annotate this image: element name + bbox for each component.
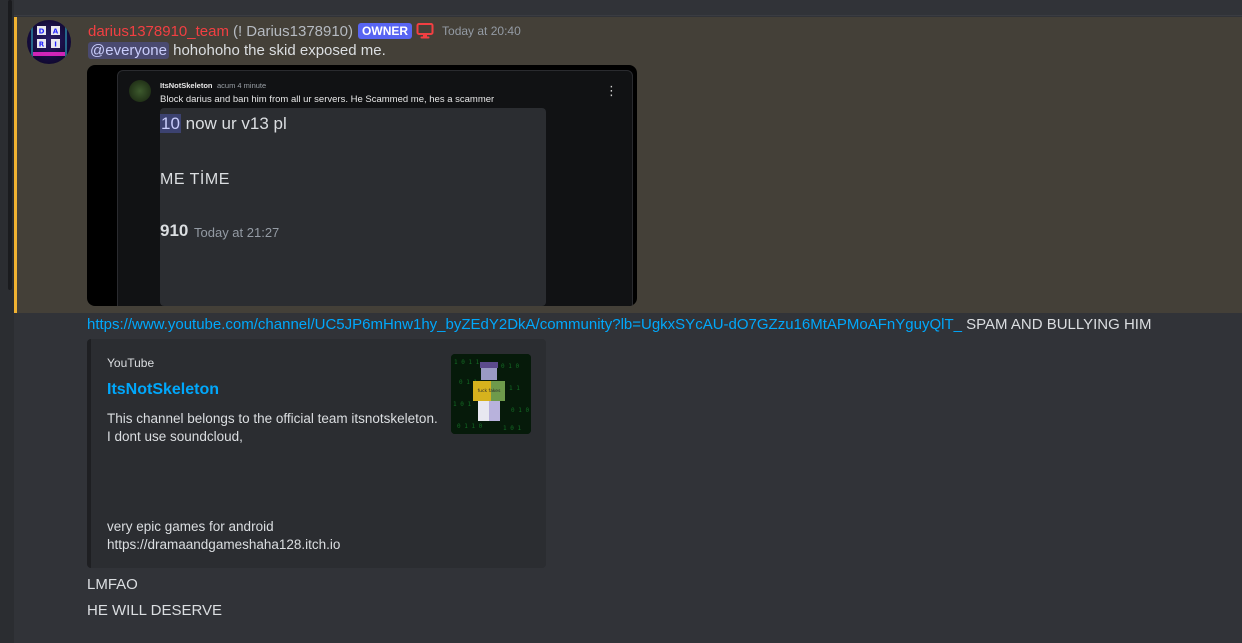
owner-role-badge[interactable]: OWNER — [358, 23, 413, 39]
avatar-letter-a: A — [53, 28, 59, 36]
screenshot-line-1-rest: now ur v13 pl — [180, 114, 287, 133]
monitor-icon[interactable] — [416, 22, 434, 40]
followup-message-2: HE WILL DESERVE — [87, 602, 223, 619]
image-attachment[interactable]: ItsNotSkeleton acum 4 minute Block dariu… — [87, 65, 637, 306]
svg-text:0 1 0: 0 1 0 — [511, 407, 529, 414]
svg-text:0 1 1 0: 0 1 1 0 — [457, 423, 483, 430]
embed-provider[interactable]: YouTube — [107, 356, 154, 370]
more-options-icon: ⋮ — [605, 83, 618, 98]
screenshot-username: ItsNotSkeleton — [160, 81, 213, 90]
everyone-mention[interactable]: @everyone — [88, 42, 169, 59]
avatar-letter-i: I — [54, 41, 57, 49]
avatar-letter-d: D — [39, 28, 45, 36]
screenshot-line-1: 10 now ur v13 pl — [160, 114, 287, 134]
link-message-suffix: SPAM AND BULLYING HIM — [961, 316, 1152, 333]
username[interactable]: darius1378910_team — [88, 23, 229, 40]
embed-description: This channel belongs to the official tea… — [107, 411, 438, 444]
embed-title[interactable]: ItsNotSkeleton — [107, 381, 219, 399]
message-header: darius1378910_team (! Darius1378910) OWN… — [88, 20, 521, 42]
screenshot-line-3-time: Today at 21:27 — [194, 225, 280, 240]
screenshot-line-3: 910 — [160, 221, 189, 240]
user-tag: (! Darius1378910) — [232, 22, 354, 40]
screenshot-avatar — [129, 80, 151, 102]
screenshot-highlight: 10 — [160, 114, 181, 133]
link-message: https://www.youtube.com/channel/UC5JP6mH… — [87, 316, 1151, 333]
svg-text:1 1: 1 1 — [509, 385, 520, 392]
svg-text:1 0 1 1: 1 0 1 1 — [454, 359, 480, 366]
thumbnail-shirt-text: fuck fakes — [478, 388, 502, 394]
link-embed: YouTube ItsNotSkeleton This channel belo… — [87, 339, 546, 568]
svg-text:0 1 0: 0 1 0 — [501, 363, 519, 370]
message-timestamp[interactable]: Today at 20:40 — [442, 24, 521, 38]
svg-text:1 0 1: 1 0 1 — [503, 425, 521, 432]
svg-text:1 0 1: 1 0 1 — [453, 401, 471, 408]
screenshot-comment: Block darius and ban him from all ur ser… — [160, 94, 495, 105]
channel-scroll-edge — [0, 0, 14, 643]
avatar[interactable]: D A R I — [27, 20, 71, 64]
avatar-letter-r: R — [39, 41, 45, 49]
message-text: hohohoho the skid exposed me. — [173, 42, 386, 59]
top-divider — [14, 0, 1242, 16]
embed-description-links: very epic games for android https://dram… — [107, 519, 341, 552]
screenshot-inner-image — [160, 108, 546, 306]
youtube-link[interactable]: https://www.youtube.com/channel/UC5JP6mH… — [87, 316, 962, 333]
scrollbar-thumb[interactable] — [8, 0, 12, 290]
message-content: @everyone hohohoho the skid exposed me. — [88, 42, 386, 59]
chat-view: D A R I darius1378910_team (! Darius1378… — [0, 0, 1242, 643]
screenshot-time: acum 4 minute — [217, 81, 267, 90]
embed-thumbnail[interactable]: 1 0 1 10 1 0 0 1 11 1 1 0 10 1 0 0 1 1 0… — [451, 354, 531, 434]
screenshot-line-2: ME TİME — [160, 171, 230, 188]
followup-message-1: LMFAO — [87, 576, 138, 593]
